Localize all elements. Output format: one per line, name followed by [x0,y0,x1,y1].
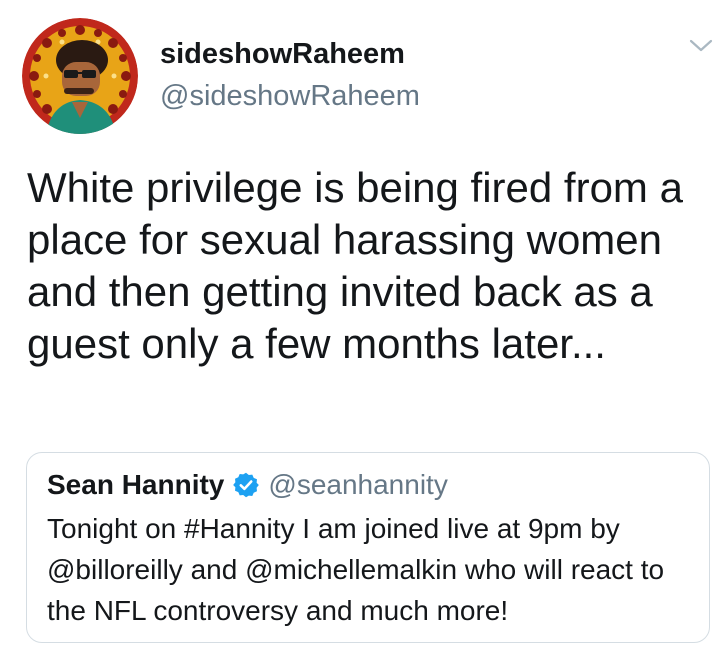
quoted-tweet-text: Tonight on #Hannity I am joined live at … [47,513,665,626]
quoted-tweet-card[interactable]: Sean Hannity @seanhannity Tonight on #Ha… [26,452,710,643]
quoted-user-handle: @seanhannity [268,469,448,500]
avatar[interactable] [22,18,138,134]
quoted-display-name: Sean Hannity [47,469,225,500]
cartoon-avatar-icon [22,18,138,134]
verified-badge-icon [232,471,260,499]
tweet-text: White privilege is being fired from a pl… [27,164,683,367]
display-name[interactable]: sideshowRaheem [160,38,405,71]
user-handle[interactable]: @sideshowRaheem [160,80,420,113]
tweet-menu-button[interactable] [688,36,714,56]
chevron-down-icon [689,39,713,52]
quoted-tweet-header: Sean Hannity @seanhannity [47,469,448,501]
